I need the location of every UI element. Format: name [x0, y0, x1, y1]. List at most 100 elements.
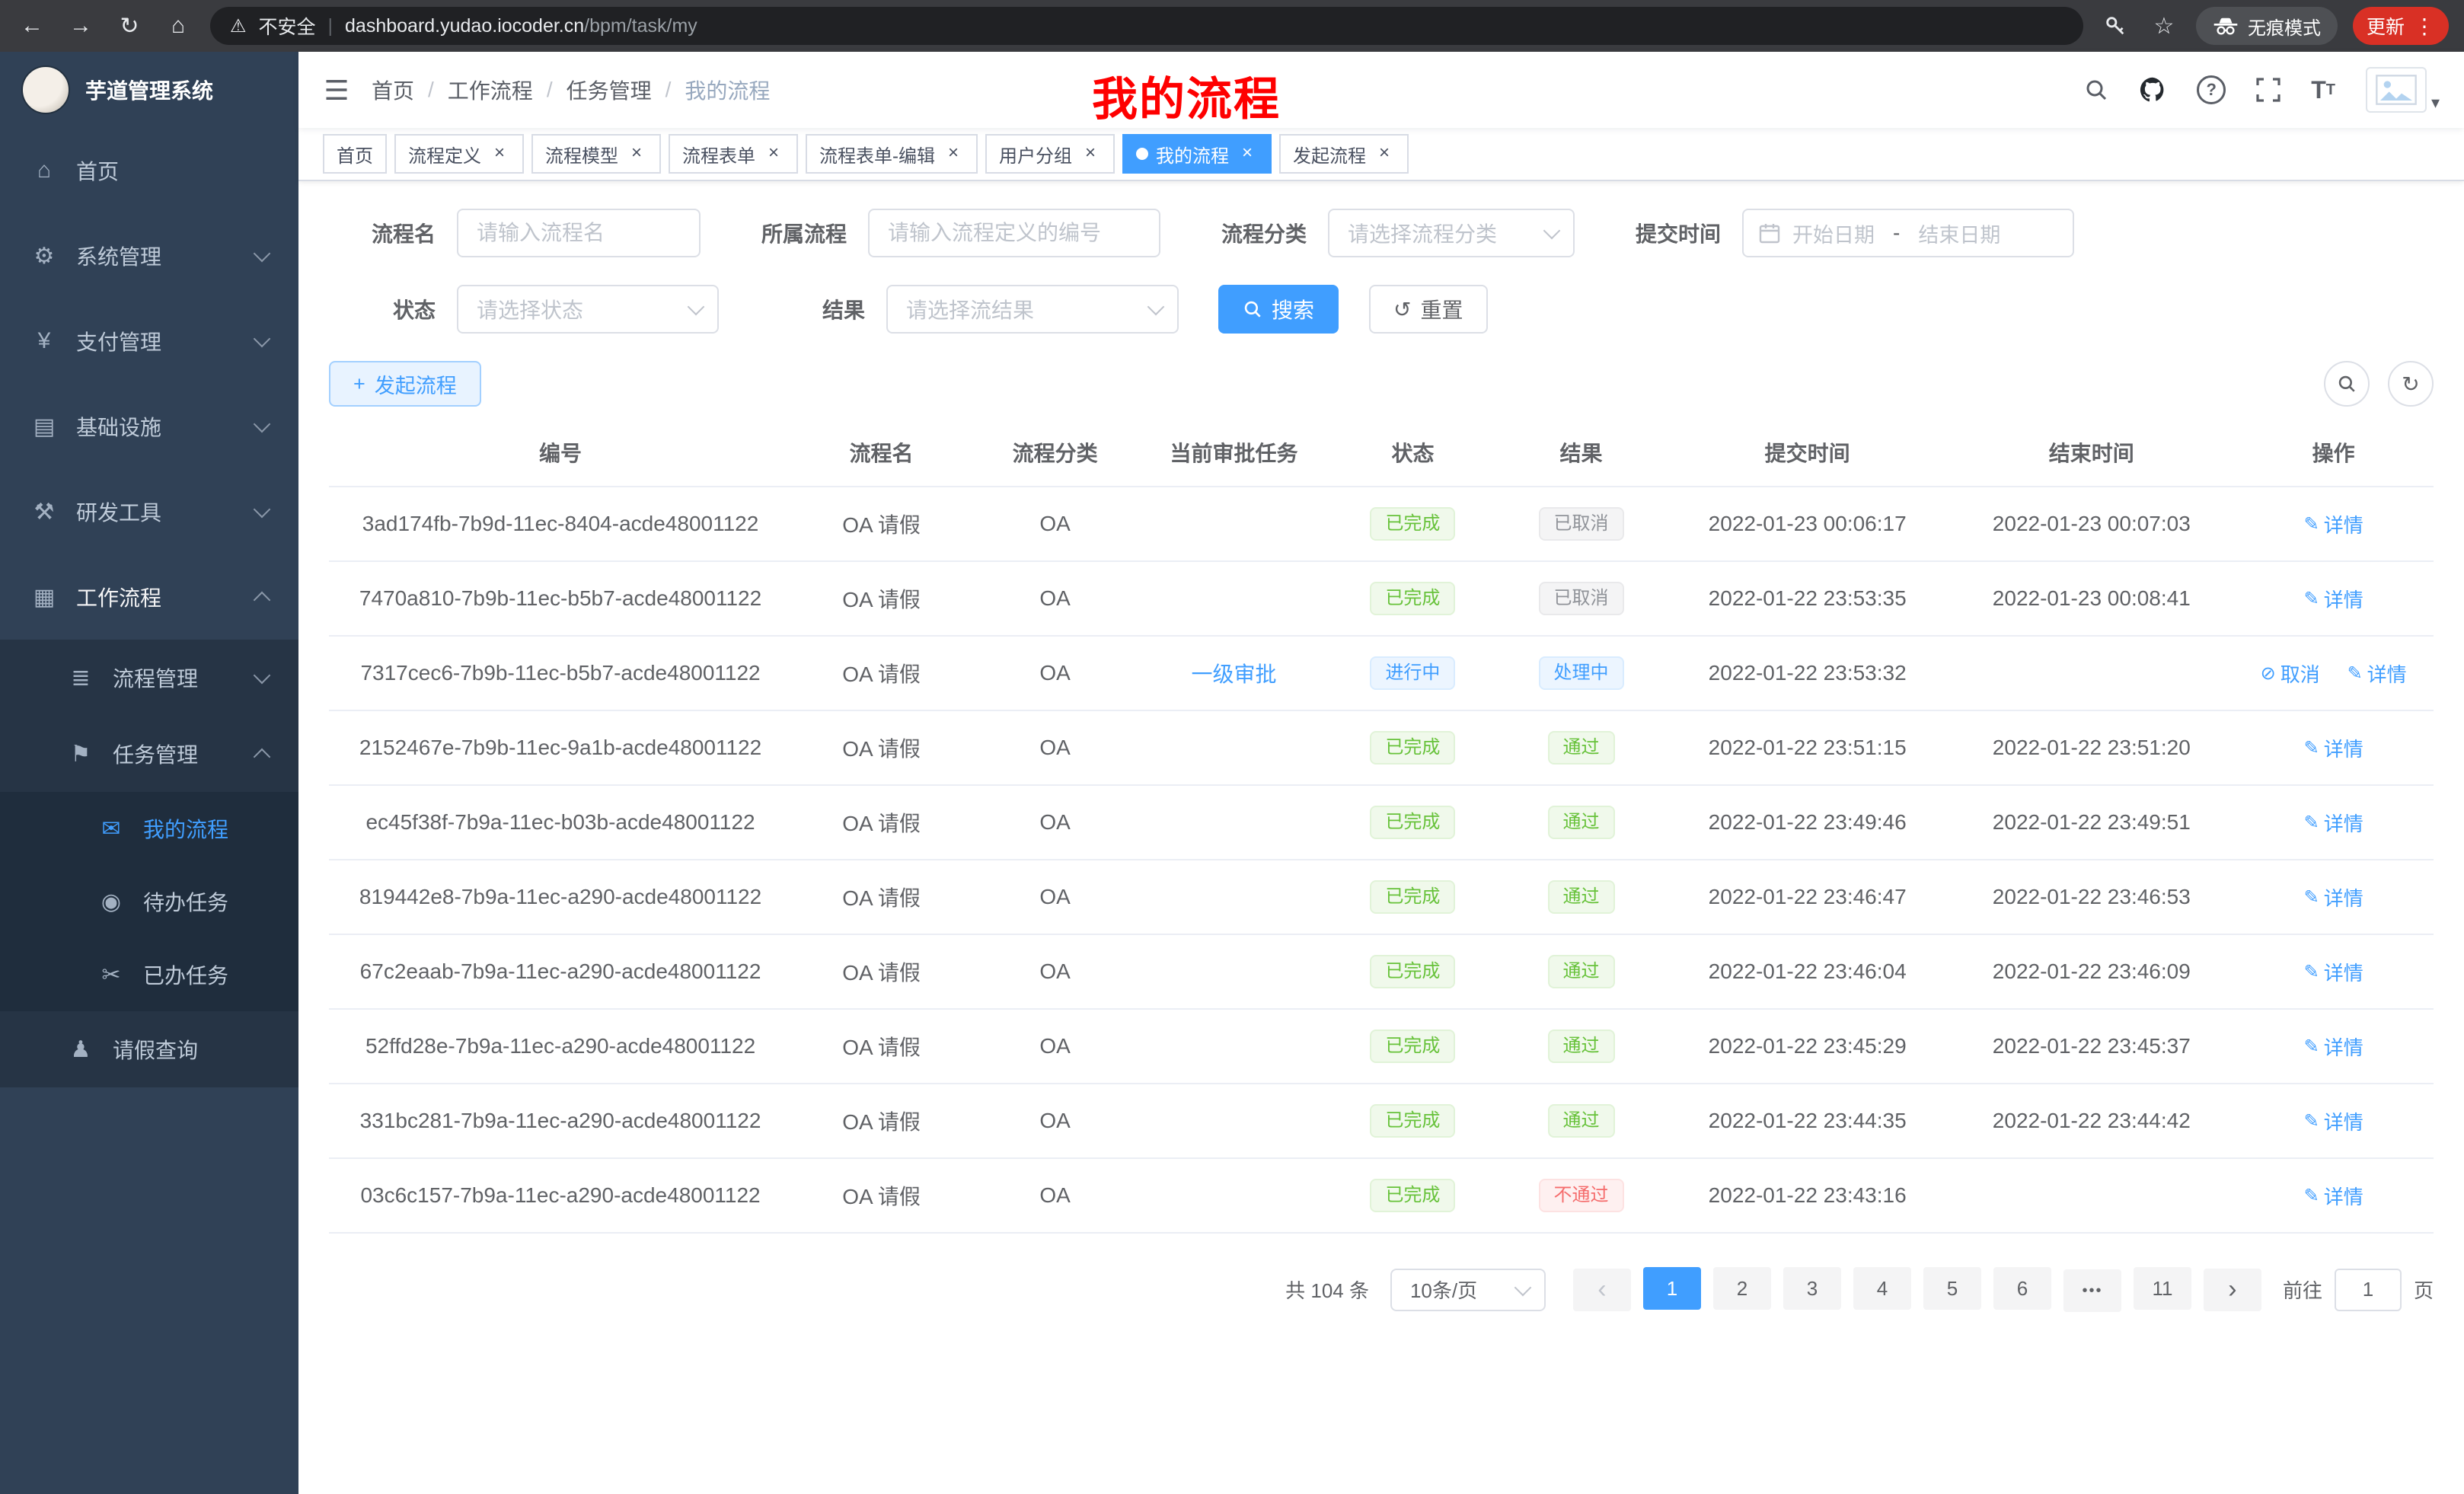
create-process-button[interactable]: + 发起流程 [329, 361, 481, 407]
breadcrumb-label[interactable]: 我的流程 [685, 75, 770, 105]
cancel-link[interactable]: ⊘取消 [2261, 659, 2320, 688]
cell-result: 通过 [1497, 1084, 1665, 1158]
page-tab[interactable]: 流程表单-编辑 × [806, 134, 978, 174]
address-bar[interactable]: ⚠ 不安全 | dashboard.yudao.iocoder.cn/bpm/t… [210, 7, 2083, 45]
sidebar-item[interactable]: ¥ 支付管理 [0, 298, 298, 384]
process-name-input[interactable] [457, 209, 701, 257]
sidebar-item[interactable]: ≣ 流程管理 [0, 640, 298, 716]
detail-link[interactable]: ✎详情 [2304, 585, 2363, 613]
update-button[interactable]: 更新 ⋮ [2353, 7, 2449, 45]
sidebar-item[interactable]: ✂ 已办任务 [0, 938, 298, 1011]
page-number-button[interactable]: 5 [1923, 1267, 1981, 1310]
page-tab[interactable]: 流程表单 × [669, 134, 798, 174]
tab-close-icon[interactable]: × [943, 143, 964, 164]
tab-close-icon[interactable]: × [1374, 143, 1395, 164]
reset-button[interactable]: ↺ 重置 [1369, 285, 1487, 334]
page-tab[interactable]: 我的流程 × [1122, 134, 1272, 174]
edit-icon: ✎ [2304, 812, 2319, 834]
sidebar-item[interactable]: ⚙ 系统管理 [0, 213, 298, 298]
cell-actions: ⊘取消 ✎详情 [2233, 860, 2434, 934]
column-header: 提交时间 [1665, 422, 1949, 487]
page-tab[interactable]: 流程模型 × [531, 134, 661, 174]
breadcrumb-label[interactable]: 工作流程 [448, 75, 533, 105]
breadcrumb-item[interactable]: 我的流程 [685, 75, 797, 105]
tab-close-icon[interactable]: × [763, 143, 784, 164]
reload-icon[interactable]: ↻ [113, 9, 146, 43]
bookmark-star-icon[interactable]: ☆ [2147, 9, 2181, 43]
user-avatar-menu[interactable]: ▾ [2366, 67, 2440, 113]
task-link[interactable]: 一级审批 [1192, 662, 1277, 686]
status-badge: 已完成 [1370, 880, 1455, 914]
sidebar-item[interactable]: ⚒ 研发工具 [0, 469, 298, 554]
toggle-search-button[interactable] [2324, 361, 2370, 407]
breadcrumb-label[interactable]: 首页 [372, 75, 414, 105]
detail-link[interactable]: ✎详情 [2304, 883, 2363, 911]
process-def-input[interactable] [868, 209, 1160, 257]
breadcrumb-item[interactable]: 工作流程 / [448, 75, 567, 105]
github-icon[interactable] [2139, 76, 2166, 104]
detail-link[interactable]: ✎详情 [2304, 510, 2363, 538]
detail-link[interactable]: ✎详情 [2304, 958, 2363, 986]
page-number-button[interactable]: 4 [1853, 1267, 1911, 1310]
page-number-button[interactable]: 6 [1993, 1267, 2051, 1310]
category-select[interactable]: 请选择流程分类 [1328, 209, 1575, 257]
detail-link[interactable]: ✎详情 [2304, 1033, 2363, 1061]
not-secure-icon: ⚠ [230, 15, 247, 37]
table-toolbar: + 发起流程 ↻ [329, 361, 2434, 407]
tab-close-icon[interactable]: × [1080, 143, 1101, 164]
next-page-button[interactable]: › [2204, 1269, 2261, 1311]
sidebar-item[interactable]: ✉ 我的流程 [0, 792, 298, 865]
cell-category: OA [971, 934, 1139, 1009]
fullscreen-icon[interactable] [2256, 78, 2280, 102]
cell-process-name: OA 请假 [792, 1158, 971, 1233]
prev-page-button[interactable]: ‹ [1573, 1269, 1631, 1311]
help-icon[interactable]: ? [2197, 75, 2226, 104]
detail-link[interactable]: ✎详情 [2348, 659, 2407, 688]
page-number-button[interactable]: 11 [2134, 1267, 2191, 1310]
status-select[interactable]: 请选择状态 [457, 285, 719, 334]
page-number-button[interactable]: 3 [1783, 1267, 1841, 1310]
page-number-button[interactable]: ••• [2063, 1269, 2121, 1312]
hamburger-icon[interactable] [323, 78, 350, 102]
page-tab[interactable]: 首页 × [323, 134, 387, 174]
jump-page-input[interactable] [2335, 1269, 2402, 1311]
tab-close-icon[interactable]: × [1237, 143, 1258, 164]
edit-icon: ✎ [2304, 1110, 2319, 1132]
search-icon[interactable] [2084, 78, 2108, 102]
sidebar-item[interactable]: ⌂ 首页 [0, 128, 298, 213]
page-number-button[interactable]: 2 [1713, 1267, 1771, 1310]
detail-link[interactable]: ✎详情 [2304, 1107, 2363, 1135]
sidebar-item[interactable]: ◉ 待办任务 [0, 865, 298, 938]
breadcrumb-label[interactable]: 任务管理 [567, 75, 652, 105]
sidebar-item[interactable]: ▤ 基础设施 [0, 384, 298, 469]
tab-close-icon[interactable]: × [489, 143, 510, 164]
forward-icon[interactable]: → [64, 9, 97, 43]
tab-close-icon[interactable]: × [626, 143, 647, 164]
page-tab[interactable]: 流程定义 × [394, 134, 524, 174]
result-badge: 通过 [1548, 731, 1615, 765]
font-size-icon[interactable]: TT [2311, 76, 2335, 104]
cell-current-task: 一级审批 [1139, 636, 1329, 710]
breadcrumb-item[interactable]: 首页 / [372, 75, 448, 105]
detail-link[interactable]: ✎详情 [2304, 1182, 2363, 1210]
back-icon[interactable]: ← [15, 9, 49, 43]
page-size-select[interactable]: 10条/页 [1390, 1269, 1546, 1311]
home-icon[interactable]: ⌂ [161, 9, 195, 43]
sidebar-item[interactable]: ⚑ 任务管理 [0, 716, 298, 792]
app-logo[interactable]: 芋道管理系统 [0, 52, 298, 128]
sidebar-item[interactable]: ♟ 请假查询 [0, 1011, 298, 1087]
search-button[interactable]: 搜索 [1218, 285, 1339, 334]
result-select[interactable]: 请选择流结果 [886, 285, 1179, 334]
sidebar-item[interactable]: ▦ 工作流程 [0, 554, 298, 640]
browser-menu-icon[interactable]: ⋮ [2414, 14, 2435, 39]
detail-link[interactable]: ✎详情 [2304, 734, 2363, 762]
cell-category: OA [971, 636, 1139, 710]
refresh-button[interactable]: ↻ [2388, 361, 2434, 407]
password-key-icon[interactable] [2099, 9, 2132, 43]
date-range-picker[interactable]: 开始日期 - 结束日期 [1742, 209, 2074, 257]
page-tab[interactable]: 发起流程 × [1279, 134, 1409, 174]
page-tab[interactable]: 用户分组 × [985, 134, 1115, 174]
breadcrumb-item[interactable]: 任务管理 / [567, 75, 685, 105]
page-number-button[interactable]: 1 [1643, 1267, 1701, 1310]
detail-link[interactable]: ✎详情 [2304, 809, 2363, 837]
